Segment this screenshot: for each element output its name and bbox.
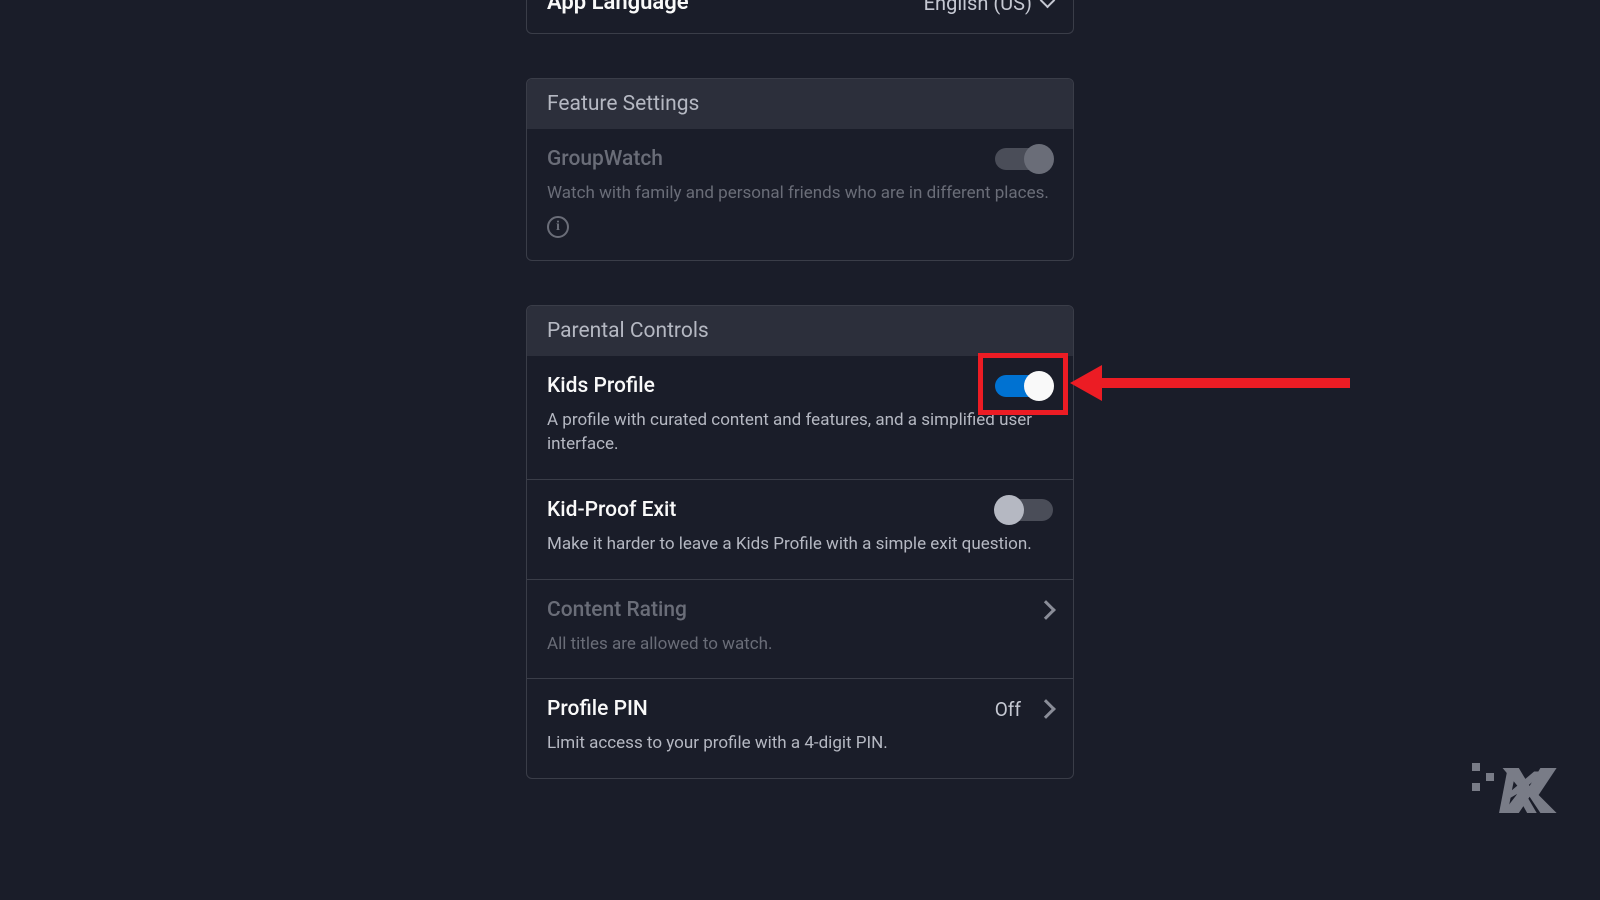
arrow-head-icon	[1070, 365, 1102, 401]
kids-profile-toggle[interactable]	[995, 375, 1053, 397]
arrow-line	[1100, 378, 1350, 388]
content-rating-row[interactable]: Content Rating All titles are allowed to…	[527, 580, 1073, 680]
app-language-card: App Language English (US)	[526, 0, 1074, 34]
svg-text:K: K	[1498, 759, 1545, 821]
kids-profile-row: Kids Profile A profile with curated cont…	[527, 356, 1073, 480]
groupwatch-toggle[interactable]	[995, 148, 1053, 170]
parental-controls-card: Parental Controls Kids Profile A profile…	[526, 305, 1074, 779]
app-language-value: English (US)	[924, 0, 1053, 15]
watermark-logo: K	[1472, 759, 1560, 825]
app-language-label: App Language	[547, 0, 689, 15]
feature-settings-card: Feature Settings GroupWatch Watch with f…	[526, 78, 1074, 261]
kid-proof-exit-desc: Make it harder to leave a Kids Profile w…	[547, 532, 1053, 557]
app-language-row[interactable]: App Language English (US)	[527, 0, 1073, 33]
content-rating-desc: All titles are allowed to watch.	[547, 632, 1053, 657]
profile-pin-desc: Limit access to your profile with a 4-di…	[547, 731, 1053, 756]
kids-profile-title: Kids Profile	[547, 374, 655, 398]
groupwatch-title: GroupWatch	[547, 147, 663, 171]
parental-controls-header: Parental Controls	[527, 306, 1073, 356]
profile-pin-row[interactable]: Profile PIN Off Limit access to your pro…	[527, 679, 1073, 778]
groupwatch-desc: Watch with family and personal friends w…	[547, 181, 1053, 206]
groupwatch-row: GroupWatch Watch with family and persona…	[527, 129, 1073, 260]
app-language-value-text: English (US)	[924, 0, 1032, 15]
chevron-down-icon	[1040, 0, 1056, 8]
info-icon[interactable]: i	[547, 216, 569, 238]
content-rating-title: Content Rating	[547, 598, 687, 622]
feature-settings-header: Feature Settings	[527, 79, 1073, 129]
chevron-right-icon	[1036, 600, 1056, 620]
kid-proof-exit-toggle[interactable]	[995, 499, 1053, 521]
kid-proof-exit-row: Kid-Proof Exit Make it harder to leave a…	[527, 480, 1073, 580]
kids-profile-desc: A profile with curated content and featu…	[547, 408, 1053, 457]
profile-pin-value: Off	[995, 698, 1021, 721]
profile-pin-title: Profile PIN	[547, 697, 648, 721]
chevron-right-icon	[1036, 699, 1056, 719]
kid-proof-exit-title: Kid-Proof Exit	[547, 498, 676, 522]
